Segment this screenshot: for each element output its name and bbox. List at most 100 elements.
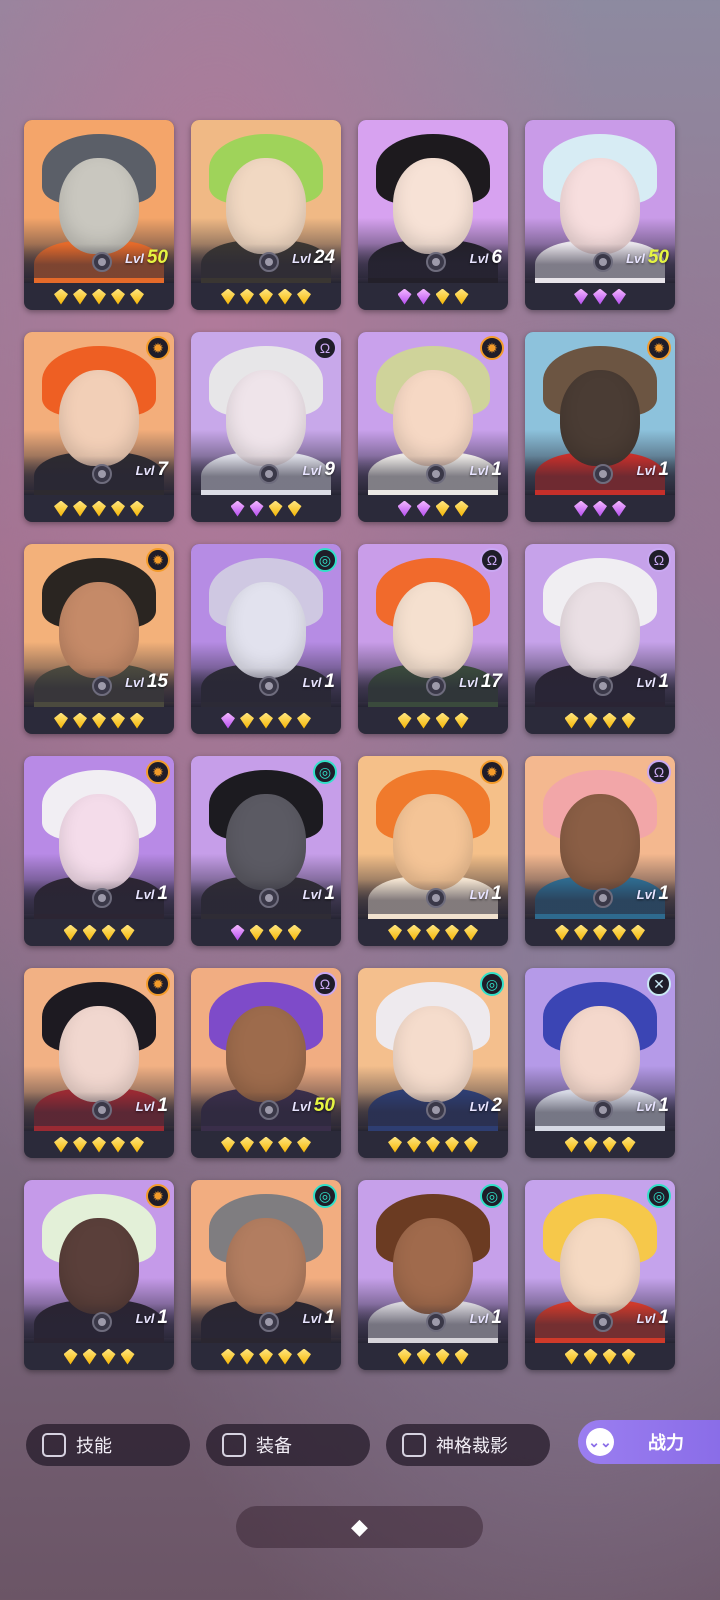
purple-star-gem-icon <box>230 924 245 941</box>
hero-card[interactable]: ◎ Lvl 1 <box>525 1180 675 1370</box>
sort-power-button[interactable]: ⌄⌄ 战力 <box>578 1420 720 1464</box>
filter-skill-toggle[interactable]: 技能 <box>26 1424 190 1466</box>
checkbox-icon[interactable] <box>402 1433 426 1457</box>
equipment-slot-icon <box>426 1100 446 1120</box>
gold-star-gem-icon <box>426 1136 440 1153</box>
level-number: 1 <box>324 671 335 692</box>
hero-card[interactable]: ◎ Lvl 1 <box>191 1180 341 1370</box>
filter-equipment-toggle[interactable]: 装备 <box>206 1424 370 1466</box>
gold-star-gem-icon <box>464 924 478 941</box>
purple-star-gem-icon <box>612 500 626 517</box>
gold-star-gem-icon <box>297 1136 311 1153</box>
gold-star-gem-icon <box>221 288 235 305</box>
hero-card[interactable]: Lvl 24 <box>191 120 341 310</box>
gold-star-gem-icon <box>454 288 469 305</box>
gold-star-gem-icon <box>287 924 302 941</box>
gold-star-gem-icon <box>92 500 106 517</box>
gold-star-gem-icon <box>397 1348 412 1365</box>
hero-card[interactable]: ✹ Lvl 1 <box>358 332 508 522</box>
gold-star-gem-icon <box>111 500 125 517</box>
level-prefix: Lvl <box>469 463 489 478</box>
hero-level: Lvl 50 <box>292 1095 335 1117</box>
hero-rank-stars <box>358 707 508 734</box>
void-element-icon: Ω <box>313 336 337 360</box>
swirl-element-icon: ◎ <box>647 1184 671 1208</box>
swirl-element-icon: ◎ <box>313 1184 337 1208</box>
gold-star-gem-icon <box>249 924 264 941</box>
checkbox-icon[interactable] <box>222 1433 246 1457</box>
hero-face <box>393 582 473 678</box>
hero-card[interactable]: Ω Lvl 1 <box>525 544 675 734</box>
hero-face <box>226 582 306 678</box>
hero-card[interactable]: Ω Lvl 50 <box>191 968 341 1158</box>
level-number: 1 <box>658 1095 669 1116</box>
equipment-slot-icon <box>593 1100 613 1120</box>
hero-level: Lvl 15 <box>125 671 168 693</box>
hero-grid: Lvl 50 Lvl 24 Lvl 6 Lvl 50 ✹ Lvl 7 Ω Lvl 9 ✹ Lvl 1 ✹ Lvl 1 ✹… <box>24 120 676 1370</box>
level-number: 6 <box>491 247 502 268</box>
hero-card[interactable]: ✹ Lvl 1 <box>24 756 174 946</box>
level-number: 50 <box>313 1095 335 1116</box>
equipment-slot-icon <box>426 888 446 908</box>
hero-face <box>59 158 139 254</box>
hero-card[interactable]: ◎ Lvl 1 <box>358 1180 508 1370</box>
hero-card[interactable]: ✹ Lvl 15 <box>24 544 174 734</box>
hero-card[interactable]: ✕ Lvl 1 <box>525 968 675 1158</box>
level-prefix: Lvl <box>135 1099 155 1114</box>
gold-star-gem-icon <box>621 712 636 729</box>
hero-rank-stars <box>358 919 508 946</box>
hero-rank-stars <box>191 707 341 734</box>
gold-star-gem-icon <box>612 924 626 941</box>
gold-star-gem-icon <box>240 288 254 305</box>
level-number: 1 <box>658 459 669 480</box>
sort-label: 战力 <box>648 1433 684 1453</box>
hero-face <box>393 1218 473 1314</box>
hero-level: Lvl 1 <box>637 1095 669 1117</box>
hero-card[interactable]: Ω Lvl 9 <box>191 332 341 522</box>
level-number: 1 <box>157 1307 168 1328</box>
gold-star-gem-icon <box>464 1136 478 1153</box>
level-number: 2 <box>491 1095 502 1116</box>
hero-card[interactable]: ✹ Lvl 1 <box>358 756 508 946</box>
hero-card[interactable]: ◎ Lvl 2 <box>358 968 508 1158</box>
hero-card[interactable]: ✹ Lvl 1 <box>24 1180 174 1370</box>
hero-level: Lvl 1 <box>303 883 335 905</box>
level-prefix: Lvl <box>469 1099 489 1114</box>
equipment-slot-icon <box>426 252 446 272</box>
hero-card[interactable]: ✹ Lvl 1 <box>24 968 174 1158</box>
gold-star-gem-icon <box>73 288 87 305</box>
equipment-slot-icon <box>92 1312 112 1332</box>
gold-star-gem-icon <box>631 924 645 941</box>
hero-face <box>560 1218 640 1314</box>
gold-star-gem-icon <box>130 288 144 305</box>
hero-rank-stars <box>24 283 174 310</box>
gold-star-gem-icon <box>445 1136 459 1153</box>
gold-star-gem-icon <box>583 1348 598 1365</box>
gold-star-gem-icon <box>435 288 450 305</box>
filter-shadow-toggle[interactable]: 神格裁影 <box>386 1424 550 1466</box>
hero-card[interactable]: Lvl 50 <box>525 120 675 310</box>
hero-level: Lvl 6 <box>470 247 502 269</box>
hero-card[interactable]: ✹ Lvl 1 <box>525 332 675 522</box>
level-prefix: Lvl <box>636 463 656 478</box>
hero-card[interactable]: ✹ Lvl 7 <box>24 332 174 522</box>
sun-element-icon: ✹ <box>480 336 504 360</box>
level-prefix: Lvl <box>302 1311 322 1326</box>
gold-star-gem-icon <box>54 500 68 517</box>
hero-card[interactable]: Ω Lvl 1 <box>525 756 675 946</box>
expand-handle-button[interactable]: ◆ <box>236 1506 483 1548</box>
hero-card[interactable]: Lvl 6 <box>358 120 508 310</box>
hero-face <box>59 1218 139 1314</box>
checkbox-icon[interactable] <box>42 1433 66 1457</box>
equipment-slot-icon <box>593 888 613 908</box>
level-prefix: Lvl <box>292 1099 311 1114</box>
hero-card[interactable]: ◎ Lvl 1 <box>191 544 341 734</box>
hero-level: Lvl 1 <box>136 883 168 905</box>
sun-element-icon: ✹ <box>146 336 170 360</box>
gold-star-gem-icon <box>407 924 421 941</box>
gold-star-gem-icon <box>120 1348 135 1365</box>
hero-card[interactable]: ◎ Lvl 1 <box>191 756 341 946</box>
hero-card[interactable]: Lvl 50 <box>24 120 174 310</box>
hero-card[interactable]: Ω Lvl 17 <box>358 544 508 734</box>
hero-level: Lvl 1 <box>470 883 502 905</box>
